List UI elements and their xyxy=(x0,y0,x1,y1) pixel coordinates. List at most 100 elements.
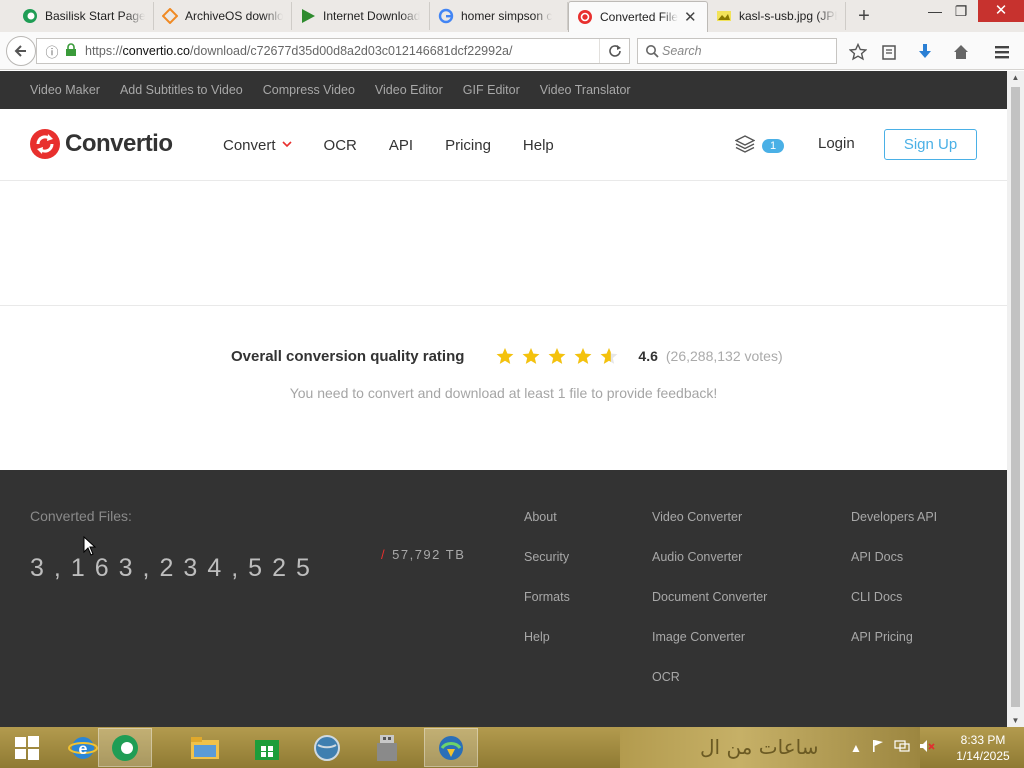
file-stack-button[interactable]: 1 xyxy=(734,135,785,156)
rating-star-icon xyxy=(492,345,518,367)
taskbar-basilisk[interactable] xyxy=(98,728,152,767)
store-icon xyxy=(255,739,279,760)
basilisk-icon xyxy=(112,734,138,761)
close-window-button[interactable]: ✕ xyxy=(978,0,1024,22)
tab-homer-simpson[interactable]: homer simpson c xyxy=(430,2,568,30)
page-scrollbar[interactable]: ▲ ▼ xyxy=(1007,71,1024,727)
subnav-add-subtitles[interactable]: Add Subtitles to Video xyxy=(120,83,243,97)
taskbar-internet-download-manager[interactable] xyxy=(424,728,478,767)
footer-col-company: About Security Formats Help xyxy=(524,510,570,670)
menu-icon[interactable] xyxy=(991,41,1013,63)
close-tab-icon[interactable]: ✕ xyxy=(684,8,697,26)
action-center-flag-icon[interactable] xyxy=(871,739,885,756)
layers-icon xyxy=(734,135,756,156)
reading-list-icon[interactable] xyxy=(878,41,900,63)
tab-basilisk-start-page[interactable]: Basilisk Start Page xyxy=(14,2,154,30)
search-bar[interactable]: Search xyxy=(637,38,837,64)
wallpaper-text: ساعات من ال xyxy=(700,735,819,759)
lock-icon[interactable] xyxy=(65,42,79,60)
network-icon[interactable] xyxy=(894,739,910,756)
windows-taskbar: ساعات من ال e ▲ 8:33 PM 1/14/2025 xyxy=(0,727,1024,768)
tab-kasl-image[interactable]: kasl-s-usb.jpg (JPE xyxy=(708,2,846,30)
footer-link-security[interactable]: Security xyxy=(524,550,570,590)
chevron-down-icon xyxy=(281,139,292,151)
nav-help[interactable]: Help xyxy=(523,137,554,154)
navigation-toolbar: ⓘ https://convertio.co/download/c72677d3… xyxy=(0,32,1024,70)
taskbar-usb-app[interactable] xyxy=(360,728,414,767)
volume-muted-icon[interactable] xyxy=(919,739,935,756)
image-icon xyxy=(716,8,732,24)
start-button[interactable] xyxy=(0,728,54,767)
scrollbar-thumb[interactable] xyxy=(1011,87,1020,707)
tab-internet-download[interactable]: Internet Download xyxy=(292,2,430,30)
info-icon[interactable]: ⓘ xyxy=(43,42,61,61)
tab-converted-file[interactable]: Converted File ✕ xyxy=(568,1,708,32)
system-clock[interactable]: 8:33 PM 1/14/2025 xyxy=(950,732,1016,764)
rating-score: 4.6 xyxy=(638,348,658,364)
footer-link-image-converter[interactable]: Image Converter xyxy=(652,630,767,670)
show-hidden-icons[interactable]: ▲ xyxy=(850,741,862,755)
nav-convert[interactable]: Convert xyxy=(223,137,292,154)
footer-link-cli-docs[interactable]: CLI Docs xyxy=(851,590,937,630)
clock-time: 8:33 PM xyxy=(960,733,1006,747)
main-nav: Convert OCR API Pricing Help xyxy=(223,109,586,181)
tab-archiveos[interactable]: ArchiveOS downloa xyxy=(154,2,292,30)
convertio-logo-icon xyxy=(30,129,60,159)
clock-date: 1/14/2025 xyxy=(956,749,1010,763)
feedback-notice: You need to convert and download at leas… xyxy=(289,385,718,401)
subnav-compress-video[interactable]: Compress Video xyxy=(263,83,355,97)
footer-link-about[interactable]: About xyxy=(524,510,570,550)
rating-title: Overall conversion quality rating xyxy=(231,347,465,365)
new-tab-button[interactable]: + xyxy=(852,5,876,28)
archiveos-icon xyxy=(162,8,178,24)
rating-star-icon xyxy=(596,345,622,367)
globe-icon xyxy=(314,734,340,761)
site-footer: Converted Files: 3,163,234,525 /57,792 T… xyxy=(0,470,1007,727)
download-icon[interactable] xyxy=(914,41,936,63)
footer-link-document-converter[interactable]: Document Converter xyxy=(652,590,767,630)
converted-files-count: 3,163,234,525 xyxy=(30,554,320,582)
address-bar[interactable]: ⓘ https://convertio.co/download/c72677d3… xyxy=(36,38,630,64)
footer-link-api-docs[interactable]: API Docs xyxy=(851,550,937,590)
footer-link-audio-converter[interactable]: Audio Converter xyxy=(652,550,767,590)
subnav-video-maker[interactable]: Video Maker xyxy=(30,83,100,97)
footer-link-ocr[interactable]: OCR xyxy=(652,670,767,710)
subnav-gif-editor[interactable]: GIF Editor xyxy=(463,83,520,97)
folder-icon xyxy=(191,736,219,759)
nav-pricing[interactable]: Pricing xyxy=(445,137,491,154)
tools-subnav: Video Maker Add Subtitles to Video Compr… xyxy=(0,71,1007,109)
login-link[interactable]: Login xyxy=(818,135,855,152)
sign-up-button[interactable]: Sign Up xyxy=(884,129,977,160)
footer-link-developers-api[interactable]: Developers API xyxy=(851,510,937,550)
bookmark-star-icon[interactable] xyxy=(847,41,869,63)
rating-votes: (26,288,132 votes) xyxy=(665,348,783,364)
taskbar-store[interactable] xyxy=(240,728,294,767)
idm-icon xyxy=(439,735,463,760)
footer-link-help[interactable]: Help xyxy=(524,630,570,670)
subnav-video-translator[interactable]: Video Translator xyxy=(540,83,631,97)
back-button[interactable] xyxy=(6,36,36,66)
windows-logo-icon xyxy=(15,735,39,760)
search-icon xyxy=(642,44,662,58)
rating-star-icon xyxy=(544,345,570,367)
nav-api[interactable]: API xyxy=(389,137,413,154)
convertio-logo[interactable]: Convertio xyxy=(30,129,173,159)
nav-ocr[interactable]: OCR xyxy=(324,137,357,154)
scroll-down-icon[interactable]: ▼ xyxy=(1007,716,1024,725)
footer-link-video-converter[interactable]: Video Converter xyxy=(652,510,767,550)
scroll-up-icon[interactable]: ▲ xyxy=(1007,73,1024,82)
subnav-video-editor[interactable]: Video Editor xyxy=(375,83,443,97)
restore-button[interactable]: ❐ xyxy=(948,3,974,20)
home-icon[interactable] xyxy=(950,41,972,63)
taskbar-globe-app[interactable] xyxy=(300,728,354,767)
footer-col-converters: Video Converter Audio Converter Document… xyxy=(652,510,767,710)
footer-link-formats[interactable]: Formats xyxy=(524,590,570,630)
reload-icon[interactable] xyxy=(599,39,629,63)
web-page: Video Maker Add Subtitles to Video Compr… xyxy=(0,71,1007,727)
file-count-badge: 1 xyxy=(762,138,785,153)
footer-link-api-pricing[interactable]: API Pricing xyxy=(851,630,937,670)
arrow-left-icon xyxy=(14,45,26,57)
minimize-button[interactable]: — xyxy=(922,3,948,19)
taskbar-file-explorer[interactable] xyxy=(178,728,232,767)
tab-strip: Basilisk Start Page ArchiveOS downloa In… xyxy=(0,0,1024,32)
